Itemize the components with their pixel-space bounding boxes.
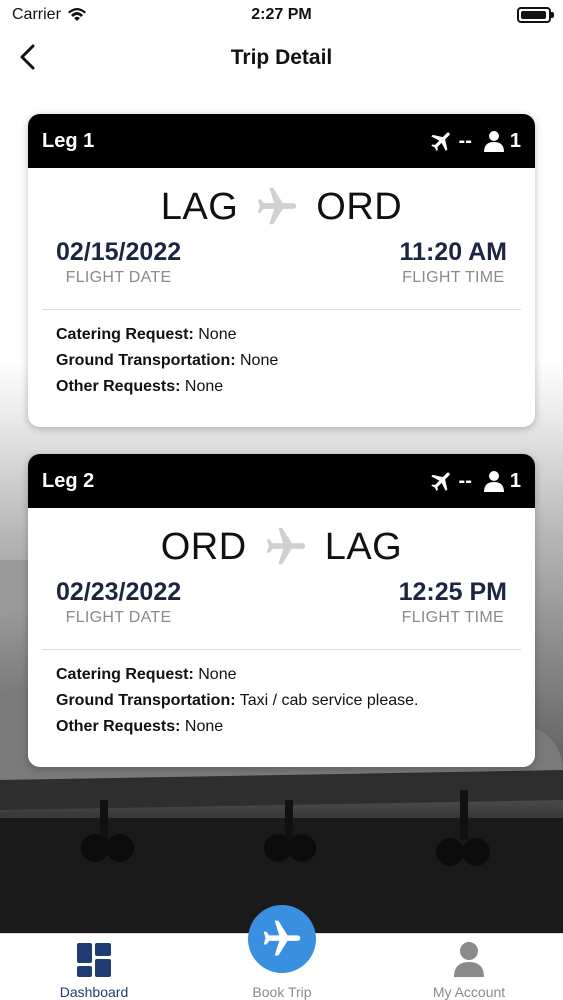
passenger-count: 1 bbox=[509, 469, 521, 492]
airplane-icon bbox=[430, 472, 450, 491]
flight-date-label: FLIGHT DATE bbox=[65, 269, 172, 286]
ground-label: Ground Transportation: bbox=[56, 692, 236, 709]
leg-header: Leg 1 -- 1 bbox=[28, 114, 535, 168]
ground-value: Taxi / cab service please. bbox=[239, 692, 419, 709]
flight-time: 12:25 PM bbox=[398, 578, 507, 606]
other-value: None bbox=[184, 378, 224, 395]
requests: Catering Request: None Ground Transporta… bbox=[28, 650, 535, 740]
account-person-icon bbox=[454, 942, 484, 977]
tab-my-account-label: My Account bbox=[432, 984, 506, 1000]
other-label: Other Requests: bbox=[56, 718, 181, 735]
catering-label: Catering Request: bbox=[56, 326, 194, 343]
page-title: Trip Detail bbox=[230, 46, 333, 69]
aircraft-value: -- bbox=[458, 469, 472, 492]
leg-title: Leg 1 bbox=[42, 129, 95, 152]
catering-value: None bbox=[198, 326, 237, 343]
catering-value: None bbox=[198, 666, 237, 683]
leg-title: Leg 2 bbox=[42, 469, 95, 492]
origin-code: ORD bbox=[160, 525, 247, 568]
airplane-icon bbox=[430, 132, 450, 151]
other-value: None bbox=[184, 718, 224, 735]
leg-card-2: Leg 2 -- 1 ORD LAG 02/23/2022 FLIGHT DAT… bbox=[28, 454, 535, 767]
leg-header: Leg 2 -- 1 bbox=[28, 454, 535, 508]
tab-my-account[interactable]: My Account bbox=[399, 934, 539, 1000]
leg-card-1: Leg 1 -- 1 LAG ORD 02/15/2022 FLIGHT DAT… bbox=[28, 114, 535, 427]
flight-date: 02/15/2022 bbox=[56, 238, 182, 266]
person-icon bbox=[483, 131, 504, 152]
route-airplane-icon bbox=[266, 527, 305, 565]
tab-book-trip-label: Book Trip bbox=[252, 984, 312, 1000]
origin-code: LAG bbox=[160, 185, 239, 228]
status-time: 2:27 PM bbox=[251, 6, 312, 23]
destination-code: ORD bbox=[316, 185, 403, 228]
other-label: Other Requests: bbox=[56, 378, 181, 395]
flight-date-label: FLIGHT DATE bbox=[65, 609, 172, 626]
route: ORD LAG bbox=[28, 522, 535, 572]
route-airplane-icon bbox=[258, 187, 297, 225]
passenger-count: 1 bbox=[509, 129, 521, 152]
flight-time: 11:20 AM bbox=[399, 238, 507, 266]
requests: Catering Request: None Ground Transporta… bbox=[28, 310, 535, 400]
navigation-bar: Trip Detail bbox=[0, 36, 563, 80]
book-trip-button[interactable] bbox=[248, 905, 316, 973]
dashboard-grid-icon bbox=[77, 943, 111, 977]
flight-time-label: FLIGHT TIME bbox=[402, 269, 505, 286]
tab-dashboard[interactable]: Dashboard bbox=[24, 934, 164, 1000]
person-icon bbox=[483, 471, 504, 492]
ground-label: Ground Transportation: bbox=[56, 352, 236, 369]
route: LAG ORD bbox=[28, 182, 535, 232]
aircraft-value: -- bbox=[458, 129, 472, 152]
flight-time-label: FLIGHT TIME bbox=[401, 609, 504, 626]
ground-value: None bbox=[240, 352, 279, 369]
flight-date: 02/23/2022 bbox=[56, 578, 182, 606]
tab-dashboard-label: Dashboard bbox=[59, 984, 129, 1000]
catering-label: Catering Request: bbox=[56, 666, 194, 683]
destination-code: LAG bbox=[324, 525, 403, 568]
airplane-icon bbox=[263, 920, 301, 956]
